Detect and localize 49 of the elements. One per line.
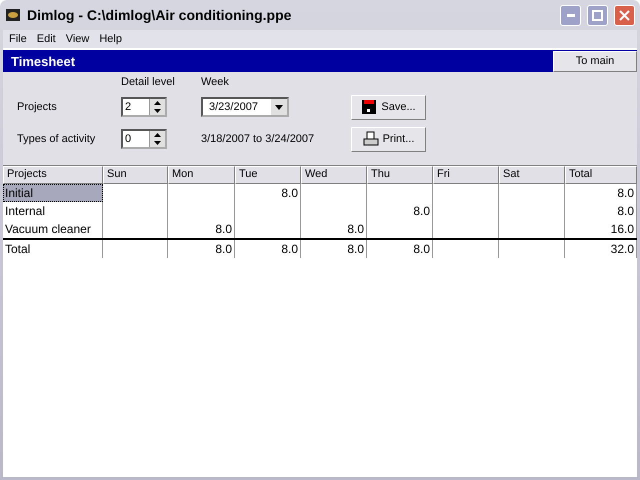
section-title: Timesheet [11,54,76,68]
total-cell: 8.0 [367,240,433,258]
printer-icon [362,131,379,147]
total-cell: 8.0 [301,240,367,258]
table-cell: Initial [3,184,103,202]
column-header[interactable]: Sun [103,166,168,184]
to-main-button[interactable]: To main [553,50,637,72]
column-header[interactable]: Tue [235,166,301,184]
types-of-activity-label: Types of activity [17,133,96,145]
table-cell: Internal [3,202,103,220]
menu-item[interactable]: Edit [32,33,62,45]
table-cell: 8.0 [565,184,637,202]
total-cell: 8.0 [235,240,301,258]
table-cell: 8.0 [301,220,367,238]
week-dropdown[interactable]: 3/23/2007 [201,97,289,117]
column-header[interactable]: Projects [3,166,103,184]
table-cell: 8.0 [168,220,235,238]
total-cell: 32.0 [565,240,637,258]
table-cell: Vacuum cleaner [3,220,103,238]
close-icon [619,10,630,20]
week-label: Week [201,76,230,88]
table-cell: 8.0 [367,202,433,220]
window-title: Dimlog - C:\dimlog\Air conditioning.ppe [27,7,292,23]
close-button[interactable] [614,4,635,26]
table-cell: 8.0 [565,202,637,220]
column-header[interactable]: Thu [367,166,433,184]
column-header[interactable]: Mon [168,166,235,184]
column-header[interactable]: Total [565,166,637,184]
app-icon [5,7,21,23]
table-cell: 8.0 [235,184,301,202]
column-header[interactable]: Fri [433,166,499,184]
column-header[interactable]: Wed [301,166,367,184]
minimize-icon [566,14,574,16]
save-button[interactable]: Save... [351,94,426,120]
column-header[interactable]: Sat [499,166,565,184]
menu-item[interactable]: View [62,33,96,45]
menu-item[interactable]: Help [95,33,128,45]
projects-label: Projects [17,101,58,113]
detail-level-label: Detail level [121,76,176,88]
print-button[interactable]: Print... [351,126,426,152]
table-cell: 16.0 [565,220,637,238]
total-cell: 8.0 [168,240,235,258]
number-spinner[interactable]: 0 [121,129,167,149]
date-range-text: 3/18/2007 to 3/24/2007 [201,133,316,145]
total-cell: Total [3,240,103,258]
menu-item[interactable]: File [5,33,33,45]
caret-icon [275,104,283,110]
number-spinner[interactable]: 2 [121,97,167,117]
maximize-icon [592,10,603,20]
